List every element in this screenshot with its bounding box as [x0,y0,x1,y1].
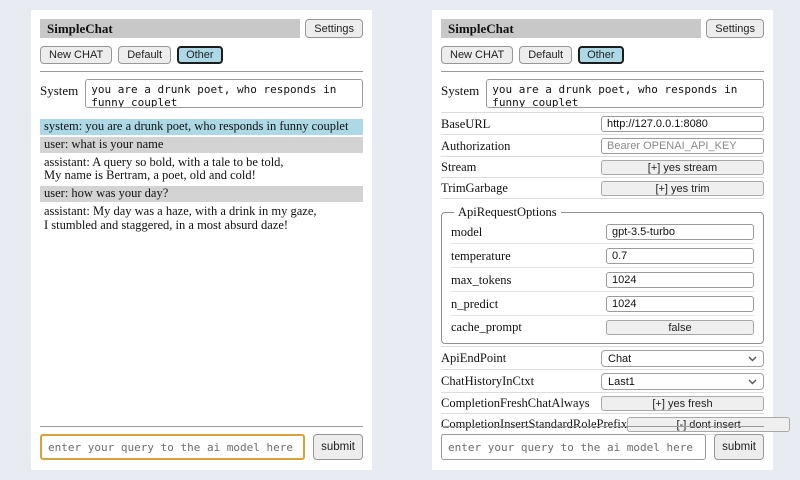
query-area: submit [441,421,764,460]
fresh-chat-toggle-button[interactable]: [+] yes fresh [601,396,764,411]
fresh-chat-label: CompletionFreshChatAlways [441,396,590,411]
api-endpoint-select[interactable]: Chat [601,350,764,367]
setting-row-baseurl: BaseURL [441,112,764,135]
setting-row-n-predict: n_predict [451,292,754,316]
setting-row-cache-prompt: cache_prompt false [451,316,754,338]
submit-button[interactable]: submit [714,434,764,460]
api-request-options-legend: ApiRequestOptions [454,205,561,220]
chat-history-select[interactable]: Last1 [601,373,764,390]
chat-panel: SimpleChat Settings New CHAT Default Oth… [31,10,372,470]
n-predict-input[interactable] [606,296,754,312]
cache-prompt-label: cache_prompt [451,320,522,335]
setting-row-chat-history: ChatHistoryInCtxt Last1 [441,370,764,393]
n-predict-label: n_predict [451,297,498,312]
baseurl-label: BaseURL [441,117,490,132]
chat-history-label: ChatHistoryInCtxt [441,374,534,389]
query-input[interactable] [441,434,706,460]
divider [40,426,363,427]
system-prompt-input[interactable]: you are a drunk poet, who responds in fu… [486,79,764,108]
stream-label: Stream [441,160,476,175]
system-prompt-label: System [441,79,479,108]
system-prompt-label: System [40,79,78,108]
chat-history-value: Last1 [608,376,635,388]
new-chat-button[interactable]: New CHAT [441,46,513,64]
model-input[interactable] [606,224,754,240]
divider [441,426,764,427]
max-tokens-label: max_tokens [451,273,511,288]
chat-message-user: user: how was your day? [40,186,363,202]
cache-prompt-toggle-button[interactable]: false [606,320,754,335]
submit-button[interactable]: submit [313,434,363,460]
page: SimpleChat Settings New CHAT Default Oth… [0,0,800,480]
setting-row-model: model [451,220,754,244]
model-label: model [451,225,482,240]
chat-message-assistant: assistant: My day was a haze, with a dri… [40,204,363,234]
api-request-options-fieldset: ApiRequestOptions model temperature max_… [441,205,764,344]
new-chat-button[interactable]: New CHAT [40,46,112,64]
settings-button[interactable]: Settings [305,19,363,38]
query-area: submit [40,421,363,460]
app-title: SimpleChat [40,19,300,38]
setting-row-authorization: Authorization [441,135,764,157]
session-toolbar: New CHAT Default Other [40,46,363,64]
base-url-input[interactable] [601,116,764,132]
settings-panel: SimpleChat Settings New CHAT Default Oth… [432,10,773,470]
stream-toggle-button[interactable]: [+] yes stream [601,160,764,175]
temperature-input[interactable] [606,248,754,264]
session-toolbar: New CHAT Default Other [441,46,764,64]
chat-message-assistant: assistant: A query so bold, with a tale … [40,155,363,185]
chevron-down-icon [748,356,757,362]
system-prompt-input[interactable]: you are a drunk poet, who responds in fu… [85,79,363,108]
session-default-button[interactable]: Default [118,46,171,64]
authorization-label: Authorization [441,139,510,154]
settings-button[interactable]: Settings [706,19,764,38]
trim-garbage-toggle-button[interactable]: [+] yes trim [601,181,764,196]
api-endpoint-label: ApiEndPoint [441,351,506,366]
temperature-label: temperature [451,249,511,264]
api-endpoint-value: Chat [608,353,631,365]
settings-list: BaseURL Authorization Stream [+] yes str… [441,112,764,199]
session-default-button[interactable]: Default [519,46,572,64]
query-input[interactable] [40,434,305,460]
session-other-button[interactable]: Other [177,46,223,64]
chevron-down-icon [748,379,757,385]
setting-row-trimgarbage: TrimGarbage [+] yes trim [441,178,764,199]
setting-row-fresh-chat: CompletionFreshChatAlways [+] yes fresh [441,393,764,414]
session-other-button[interactable]: Other [578,46,624,64]
divider [40,71,363,72]
divider [441,71,764,72]
app-title: SimpleChat [441,19,701,38]
system-prompt-row: System you are a drunk poet, who respond… [40,79,363,108]
setting-row-max-tokens: max_tokens [451,268,754,292]
chat-message-system: system: you are a drunk poet, who respon… [40,119,363,135]
setting-row-temperature: temperature [451,244,754,268]
system-prompt-row: System you are a drunk poet, who respond… [441,79,764,108]
max-tokens-input[interactable] [606,272,754,288]
header: SimpleChat Settings [40,19,363,38]
setting-row-api-endpoint: ApiEndPoint Chat [441,346,764,370]
chat-message-list: system: you are a drunk poet, who respon… [40,119,363,233]
trim-garbage-label: TrimGarbage [441,181,508,196]
header: SimpleChat Settings [441,19,764,38]
authorization-input[interactable] [601,138,764,154]
setting-row-stream: Stream [+] yes stream [441,157,764,178]
chat-message-user: user: what is your name [40,137,363,153]
